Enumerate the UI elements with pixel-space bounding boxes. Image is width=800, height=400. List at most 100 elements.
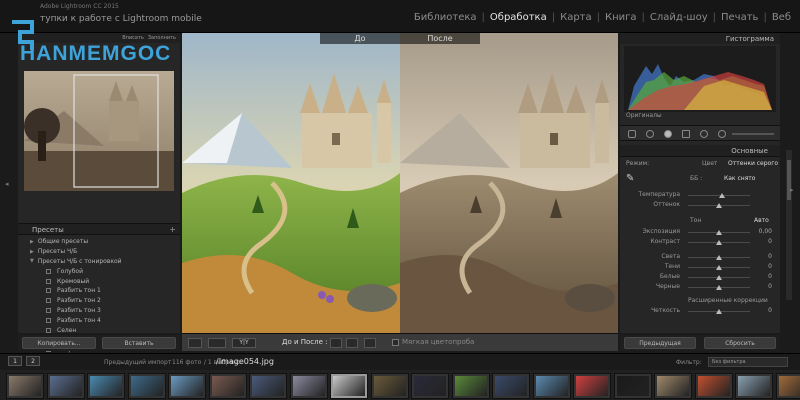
adjustment-slider[interactable] [688, 193, 750, 198]
wb-select[interactable]: Как снято [724, 175, 755, 182]
module-tab[interactable]: Книга [600, 12, 642, 23]
swap-icon[interactable] [364, 338, 376, 348]
histogram-header[interactable]: Гистограмма [620, 33, 780, 44]
radial-filter-icon[interactable] [700, 130, 708, 138]
slider-value[interactable]: 0,00 [759, 228, 772, 235]
filmstrip-thumbnail[interactable] [613, 373, 652, 399]
module-tab[interactable]: Обработка [485, 12, 552, 23]
filmstrip-thumbnail[interactable] [735, 373, 773, 399]
filter-select[interactable]: Без фильтра [708, 357, 788, 367]
graduated-filter-icon[interactable] [682, 130, 690, 138]
navigator-preview[interactable] [24, 71, 174, 191]
filmstrip-thumbnail[interactable] [775, 373, 800, 399]
reset-button[interactable]: Сбросить [704, 337, 776, 349]
yy-view-icon[interactable]: Y|Y [232, 338, 256, 348]
module-tab[interactable]: Слайд-шоу [645, 12, 713, 23]
preset-item[interactable]: Разбить тон 4 [18, 315, 180, 325]
before-view[interactable]: До [182, 33, 400, 333]
filmstrip-thumbnail[interactable] [289, 373, 328, 399]
after-view[interactable]: После [400, 33, 618, 333]
auto-tone-button[interactable]: Авто [754, 217, 769, 224]
preset-item[interactable]: Разбить тон 3 [18, 306, 180, 316]
filmstrip-thumbnail[interactable] [127, 373, 166, 399]
source-label[interactable]: Предыдущий импорт [104, 359, 171, 366]
basic-panel-header[interactable]: Основные [620, 145, 780, 157]
plus-icon[interactable]: + [169, 225, 176, 234]
copy-button[interactable]: Копировать... [22, 337, 96, 349]
right-panel-scrollbar[interactable] [786, 150, 792, 300]
preset-item[interactable]: Разбить тон 2 [18, 296, 180, 306]
slider-thumb[interactable] [716, 285, 722, 290]
filmstrip-thumbnail[interactable] [87, 373, 125, 399]
adjustment-brush-icon[interactable] [718, 130, 726, 138]
right-panel-collapse-icon[interactable]: ▸ [790, 186, 794, 194]
filmstrip-thumbnail[interactable] [573, 373, 611, 399]
monitor-2-button[interactable]: 2 [26, 356, 40, 366]
spot-removal-icon[interactable] [646, 130, 654, 138]
left-panel-collapse-icon[interactable]: ◂ [5, 180, 9, 188]
filmstrip-thumbnail[interactable] [451, 373, 490, 399]
preset-item[interactable]: Голубой [18, 266, 180, 276]
adjustment-slider[interactable] [688, 285, 750, 290]
copy-after-to-before-icon[interactable] [346, 338, 358, 348]
slider-value[interactable]: 0 [768, 238, 772, 245]
preset-folder[interactable]: ▶ Общие пресеты [18, 237, 180, 247]
slider-thumb[interactable] [716, 203, 722, 208]
treatment-color-option[interactable]: Цвет [702, 160, 717, 167]
presets-panel-header[interactable]: Пресеты + [18, 223, 180, 235]
slider-thumb[interactable] [716, 230, 722, 235]
treatment-grayscale-option[interactable]: Оттенки серого [728, 160, 778, 167]
monitor-1-button[interactable]: 1 [8, 356, 22, 366]
filmstrip-thumbnail[interactable] [532, 373, 571, 399]
tool-amount-slider[interactable] [732, 133, 774, 135]
adjustment-slider[interactable] [688, 255, 750, 260]
filmstrip-thumbnail[interactable] [492, 373, 530, 399]
soft-proof-checkbox[interactable] [392, 339, 399, 346]
filmstrip-thumbnail[interactable] [6, 373, 44, 399]
red-eye-icon[interactable] [664, 130, 672, 138]
filmstrip-thumbnail[interactable] [46, 373, 85, 399]
filmstrip-thumbnail[interactable] [249, 373, 287, 399]
preset-item[interactable]: Селен [18, 325, 180, 335]
preset-folder[interactable]: ▶ Пресеты Ч/Б [18, 247, 180, 257]
slider-thumb[interactable] [719, 193, 726, 198]
paste-button[interactable]: Вставить [102, 337, 176, 349]
preset-folder[interactable]: ▼ Пресеты Ч/Б с тонировкой [18, 257, 180, 267]
filmstrip-thumbnail[interactable] [694, 373, 733, 399]
adjustment-slider[interactable] [688, 203, 750, 208]
slider-thumb[interactable] [716, 240, 722, 245]
previous-button[interactable]: Предыдущая [624, 337, 696, 349]
module-tab[interactable]: Веб [767, 12, 796, 23]
loupe-view-icon[interactable] [188, 338, 202, 348]
adjustment-slider[interactable] [688, 230, 750, 235]
slider-value[interactable]: 0 [768, 253, 772, 260]
adjustment-slider[interactable] [688, 265, 750, 270]
module-tab[interactable]: Печать [716, 12, 763, 23]
copy-before-to-after-icon[interactable] [330, 338, 342, 348]
filmstrip-thumbnail[interactable] [208, 373, 247, 399]
preset-item[interactable]: Кремовый [18, 276, 180, 286]
original-photo-label[interactable]: Оригиналы [626, 112, 662, 119]
adjustment-slider[interactable] [688, 275, 750, 280]
slider-value[interactable]: 0 [768, 263, 772, 270]
filmstrip-thumbnail[interactable] [168, 373, 206, 399]
slider-thumb[interactable] [716, 275, 722, 280]
slider-thumb[interactable] [716, 255, 722, 260]
adjustment-slider[interactable] [688, 240, 750, 245]
slider-value[interactable]: 0 [768, 283, 772, 290]
filmstrip-thumbnail[interactable] [654, 373, 692, 399]
filmstrip-thumbnail[interactable] [330, 373, 368, 399]
filmstrip-thumbnail[interactable] [411, 373, 449, 399]
adjustment-slider[interactable] [688, 309, 750, 314]
crop-tool-icon[interactable] [628, 130, 636, 138]
eyedropper-icon[interactable]: ✎ [626, 173, 634, 184]
module-tab[interactable]: Карта [555, 12, 597, 23]
module-tab[interactable]: Библиотека [409, 12, 482, 23]
preset-item[interactable]: Разбить тон 1 [18, 286, 180, 296]
slider-thumb[interactable] [716, 309, 722, 314]
slider-value[interactable]: 0 [768, 307, 772, 314]
filmstrip-thumbnail[interactable] [370, 373, 409, 399]
slider-thumb[interactable] [716, 265, 722, 270]
slider-value[interactable]: 0 [768, 273, 772, 280]
right-scroll-thumb[interactable] [787, 160, 791, 200]
